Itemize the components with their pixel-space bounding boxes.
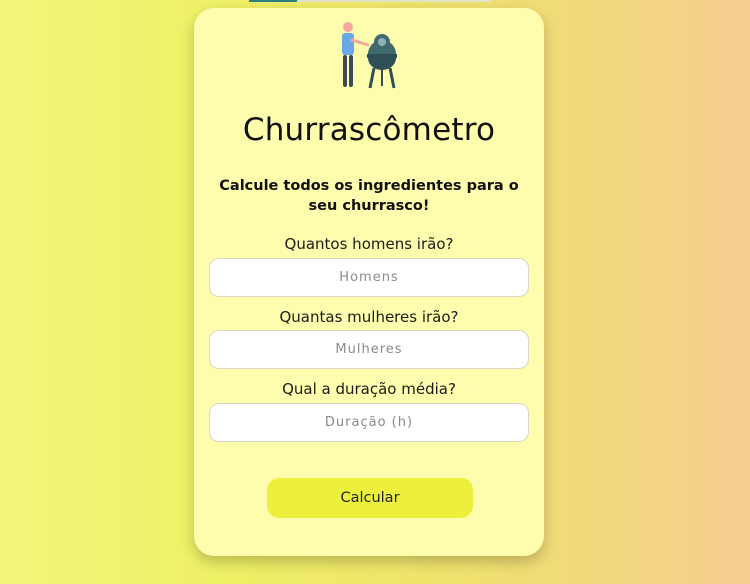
men-count-label: Quantos homens irão? xyxy=(284,235,454,253)
calculator-card: Churrascômetro Calcule todos os ingredie… xyxy=(194,8,544,556)
duration-input[interactable] xyxy=(209,403,529,442)
women-count-label: Quantas mulheres irão? xyxy=(279,308,459,326)
page-subtitle: Calcule todos os ingredientes para o seu… xyxy=(219,178,519,214)
men-count-input[interactable] xyxy=(209,258,529,297)
calculate-button[interactable]: Calcular xyxy=(267,478,473,518)
top-decor-segment xyxy=(249,0,297,2)
top-decor-strip xyxy=(249,0,491,2)
women-count-input[interactable] xyxy=(209,330,529,369)
page-title: Churrascômetro xyxy=(242,112,496,148)
duration-label: Qual a duração média? xyxy=(282,380,456,398)
person-grilling-icon xyxy=(324,18,414,90)
